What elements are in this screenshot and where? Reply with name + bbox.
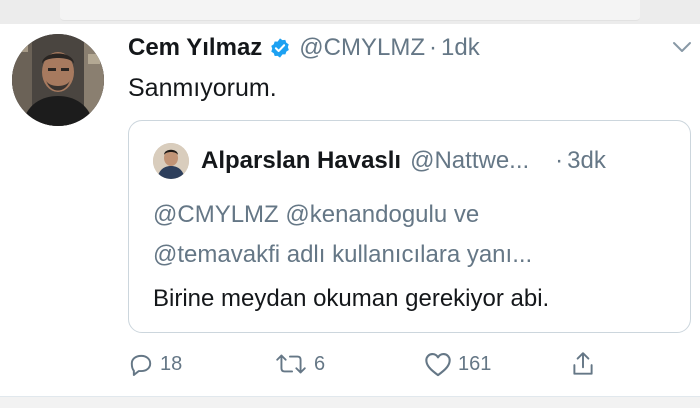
- quoted-author-name[interactable]: Alparslan Havaslı: [201, 147, 401, 175]
- verified-badge-icon: [271, 38, 290, 58]
- like-count: 161: [458, 352, 492, 375]
- reply-count: 18: [160, 352, 183, 375]
- author-name[interactable]: Cem Yılmaz: [128, 34, 262, 62]
- like-icon: [425, 353, 451, 377]
- quoted-author-avatar[interactable]: [153, 143, 189, 179]
- quoted-header-separator: ·: [555, 147, 564, 174]
- previous-tweet-edge: [60, 0, 640, 21]
- tweet-timestamp[interactable]: 1dk: [441, 34, 480, 62]
- reply-button[interactable]: 18: [128, 348, 182, 380]
- tweet[interactable]: Cem Yılmaz @CMYLMZ · 1dk Sanmıyorum. Alp…: [0, 24, 700, 396]
- quoted-timestamp[interactable]: 3dk: [567, 147, 606, 175]
- quoted-author-handle[interactable]: @Nattwe...: [410, 147, 529, 175]
- quoted-tweet[interactable]: Alparslan Havaslı @Nattwe... · 3dk @CMYL…: [128, 120, 691, 333]
- quoted-reply-context-line1[interactable]: @CMYLMZ @kenandogulu ve: [153, 201, 479, 229]
- tweet-divider: [0, 396, 700, 408]
- retweet-count: 6: [314, 352, 326, 375]
- retweet-button[interactable]: 6: [274, 348, 325, 380]
- quoted-reply-context-line2[interactable]: @temavakfi adlı kullanıcılara yanı...: [153, 241, 532, 269]
- top-strip: [0, 0, 700, 24]
- share-icon: [573, 352, 593, 375]
- like-button[interactable]: 161: [424, 348, 491, 380]
- author-avatar[interactable]: [12, 34, 104, 126]
- quoted-tweet-text: Birine meydan okuman gerekiyor abi.: [153, 285, 550, 312]
- quoted-tweet-header: Alparslan Havaslı @Nattwe... · 3dk: [153, 141, 606, 181]
- header-separator: ·: [429, 34, 437, 61]
- reply-icon: [130, 354, 152, 376]
- share-button[interactable]: [570, 348, 596, 380]
- tweet-header: Cem Yılmaz @CMYLMZ · 1dk: [128, 32, 480, 64]
- tweet-actions: 18 6 161: [128, 348, 608, 380]
- tweet-text: Sanmıyorum.: [128, 74, 277, 102]
- chevron-down-icon[interactable]: [672, 40, 692, 54]
- author-handle[interactable]: @CMYLMZ: [299, 34, 425, 62]
- retweet-icon: [276, 354, 306, 374]
